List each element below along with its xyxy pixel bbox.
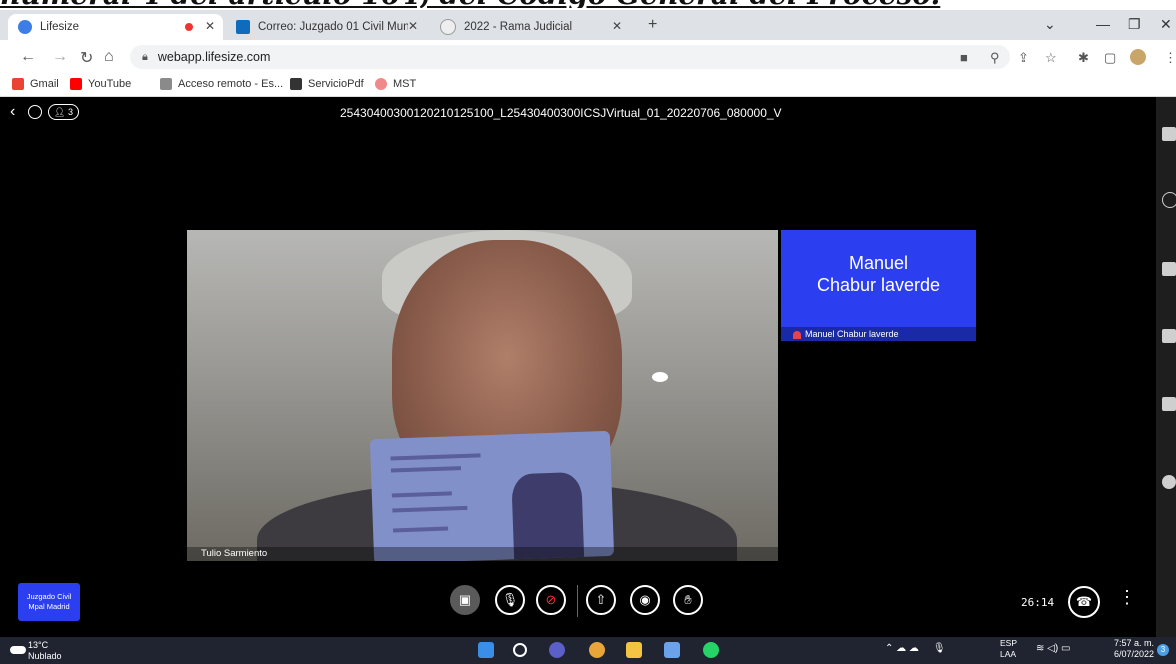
teams-icon[interactable] (549, 642, 565, 658)
tab-title: 2022 - Rama Judicial (464, 21, 573, 33)
pdf-service-icon (290, 78, 302, 90)
app-icon[interactable] (664, 642, 680, 658)
bookmark-mst[interactable]: MST (375, 78, 416, 90)
more-options-icon[interactable]: ⋮ (1118, 587, 1136, 608)
forward-icon[interactable]: → (52, 48, 68, 66)
microphone-button[interactable]: 🎙︎ (495, 585, 525, 615)
gmail-icon (12, 78, 24, 90)
tab-title: Lifesize (40, 21, 79, 33)
participant-tile-manuel[interactable]: Manuel Chabur laverde Manuel Chabur lave… (781, 230, 976, 341)
held-id-card (369, 430, 615, 561)
extensions-icon[interactable]: ✱ (1078, 50, 1089, 66)
youtube-icon (70, 78, 82, 90)
file-explorer-icon[interactable] (626, 642, 642, 658)
close-tab-icon[interactable]: ✕ (612, 19, 622, 33)
info-icon[interactable] (1162, 192, 1176, 208)
participants-icon[interactable] (1162, 127, 1176, 141)
restore-icon[interactable]: ❐ (1128, 16, 1141, 33)
recording-icon (185, 23, 193, 31)
room-button[interactable]: Juzgado Civil Mpal Madrid (18, 583, 80, 621)
tile-name-label: Manuel Chabur laverde (805, 329, 899, 339)
contacts-icon[interactable] (1162, 262, 1176, 276)
sidebar-toggle-icon[interactable]: ▢ (1104, 50, 1116, 66)
document-overlay-text: numeral 4 del artículo 164, del Código G… (0, 0, 1100, 8)
tile-name-line1: Manuel (848, 253, 909, 273)
bookmark-star-icon[interactable]: ☆ (1045, 50, 1057, 66)
share-icon[interactable]: ⇪ (1018, 50, 1029, 66)
home-icon[interactable]: ⌂ (104, 48, 114, 66)
ceiling-light (652, 372, 668, 382)
bookmark-gmail[interactable]: Gmail (12, 78, 59, 90)
back-chevron-icon[interactable]: ‹ (10, 103, 15, 121)
share-screen-button[interactable]: ⇧ (586, 585, 616, 615)
tab-lifesize[interactable]: Lifesize ✕ (8, 14, 223, 40)
language-indicator[interactable]: ESP LAA (1000, 638, 1017, 660)
minimize-icon[interactable]: — (1096, 16, 1110, 32)
tab-search-icon[interactable]: ⌄ (1044, 16, 1056, 33)
bookmarks-bar: Gmail YouTube Acceso remoto - Es... Serv… (0, 74, 1176, 97)
muted-mic-icon (793, 330, 801, 339)
reload-icon[interactable]: ↻ (80, 48, 93, 68)
windows-taskbar: 13°C Nublado ⌃ ☁ ☁ 🎙︎ ESP LAA ≋ ◁) ▭ 7:5… (0, 637, 1176, 664)
settings-icon[interactable] (1162, 397, 1176, 411)
raise-hand-button[interactable]: ✋︎ (673, 585, 703, 615)
record-button[interactable]: ◉ (630, 585, 660, 615)
notification-badge[interactable]: 3 (1157, 644, 1169, 656)
lock-icon: 🔒︎ (142, 50, 148, 63)
bookmark-serviciopdf[interactable]: ServicioPdf (290, 78, 364, 90)
meeting-lock-icon[interactable] (28, 105, 42, 119)
cloud-icon (10, 646, 26, 654)
tab-correo[interactable]: Correo: Juzgado 01 Civil Municip ✕ (226, 14, 426, 40)
url-bar[interactable]: 🔒︎ webapp.lifesize.com (130, 45, 1010, 69)
tab-title: Correo: Juzgado 01 Civil Municip (258, 21, 408, 33)
camera-icon[interactable]: ■ (960, 50, 968, 65)
hang-up-button[interactable]: ☎︎ (1068, 586, 1100, 618)
lifesize-icon (18, 20, 32, 34)
whatsapp-icon[interactable] (703, 642, 719, 658)
tab-rama-judicial[interactable]: 2022 - Rama Judicial ✕ (430, 14, 630, 40)
network-volume-battery-icons[interactable]: ≋ ◁) ▭ (1036, 643, 1070, 654)
address-bar-row: ← → ↻ ⌂ 🔒︎ webapp.lifesize.com ■ ⚲ ⇪ ☆ ✱… (0, 40, 1176, 74)
back-icon[interactable]: ← (20, 48, 36, 66)
weather-widget[interactable]: 13°C Nublado (28, 640, 62, 662)
start-icon[interactable] (478, 642, 494, 658)
gear-icon[interactable] (1162, 475, 1176, 489)
layout-toggle-button[interactable]: ▣ (450, 585, 480, 615)
profile-avatar[interactable] (1130, 49, 1146, 65)
bookmark-acceso-remoto[interactable]: Acceso remoto - Es... (160, 78, 283, 90)
close-tab-icon[interactable]: ✕ (205, 19, 215, 33)
menu-icon[interactable]: ⋮ (1164, 50, 1176, 66)
tab-bar: Lifesize ✕ Correo: Juzgado 01 Civil Muni… (0, 10, 1176, 40)
chat-icon[interactable] (1162, 329, 1176, 343)
close-window-icon[interactable]: ✕ (1160, 16, 1172, 33)
search-icon[interactable] (513, 643, 527, 657)
url-text: webapp.lifesize.com (157, 50, 271, 64)
new-tab-button[interactable]: + (648, 16, 657, 34)
zoom-icon[interactable]: ⚲ (990, 50, 1000, 66)
main-video-name-label: Tulio Sarmiento (187, 547, 778, 561)
rama-judicial-icon (440, 19, 456, 35)
meeting-title: 25430400300120210125100_L25430400300ICSJ… (340, 106, 782, 120)
meeting-area: ‹ 👤︎ 3 25430400300120210125100_L25430400… (0, 97, 1156, 637)
close-tab-icon[interactable]: ✕ (408, 19, 418, 33)
system-tray[interactable]: ⌃ ☁ ☁ 🎙︎ (885, 643, 946, 654)
meeting-sidebar (1156, 97, 1176, 637)
main-video-tile[interactable]: Tulio Sarmiento (187, 230, 778, 561)
outlook-icon (236, 20, 250, 34)
bookmark-youtube[interactable]: YouTube (70, 78, 131, 90)
call-timer: 26:14 (1021, 596, 1055, 609)
participant-count-badge[interactable]: 👤︎ 3 (48, 104, 79, 120)
tile-name-line2: Chabur laverde (816, 275, 941, 295)
chrome-icon[interactable] (589, 642, 605, 658)
system-clock[interactable]: 7:57 a. m. 6/07/2022 (1104, 638, 1154, 660)
camera-off-button[interactable]: ⊘ (536, 585, 566, 615)
mst-icon (375, 78, 387, 90)
remote-desktop-icon (160, 78, 172, 90)
